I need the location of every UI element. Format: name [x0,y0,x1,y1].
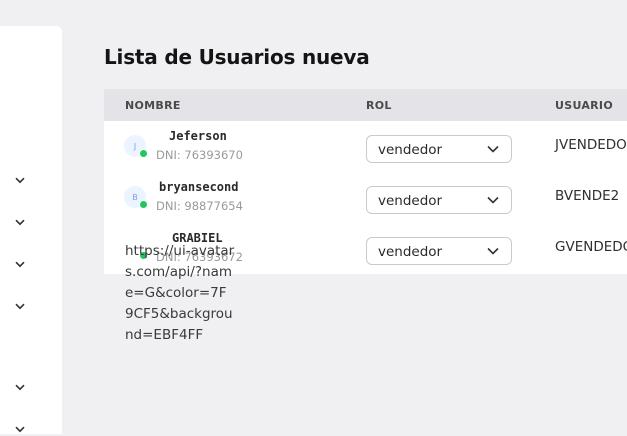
role-select-value: vendedor [378,244,443,260]
user-dni: DNI: 76393670 [156,148,243,162]
role-select-value: vendedor [378,142,443,158]
chevron-down-icon[interactable] [13,299,27,313]
user-username: BVENDE2 [555,188,620,204]
table-row: B bryansecond DNI: 98877654 vendedor BVE… [104,172,627,223]
user-name: Jeferson [169,129,227,143]
online-status-dot [139,200,148,209]
column-header-usuario: USUARIO [555,99,613,112]
table-header: NOMBRE ROL USUARIO [104,89,627,121]
table-row: J Jeferson DNI: 76393670 vendedor JVENDE… [104,121,627,172]
chevron-down-icon[interactable] [13,257,27,271]
user-username: GVENDEDOR [555,239,627,255]
column-header-rol: ROL [366,99,392,112]
chevron-down-icon[interactable] [13,380,27,394]
chevron-down-icon [487,145,499,153]
sidebar [0,26,62,434]
role-select[interactable]: vendedor [366,135,512,163]
user-username: JVENDEDOR [555,137,627,153]
role-select[interactable]: vendedor [366,186,512,214]
chevron-down-icon[interactable] [13,215,27,229]
chevron-down-icon[interactable] [13,173,27,187]
chevron-down-icon [487,247,499,255]
page-title: Lista de Usuarios nueva [104,45,370,69]
broken-avatar-alt-text: https://ui-avatars.com/api/?name=G&color… [125,243,235,343]
user-name: bryansecond [159,180,239,194]
column-header-nombre: NOMBRE [125,99,181,112]
chevron-down-icon [487,196,499,204]
user-dni: DNI: 98877654 [156,199,243,213]
role-select-value: vendedor [378,193,443,209]
online-status-dot [139,149,148,158]
role-select[interactable]: vendedor [366,237,512,265]
